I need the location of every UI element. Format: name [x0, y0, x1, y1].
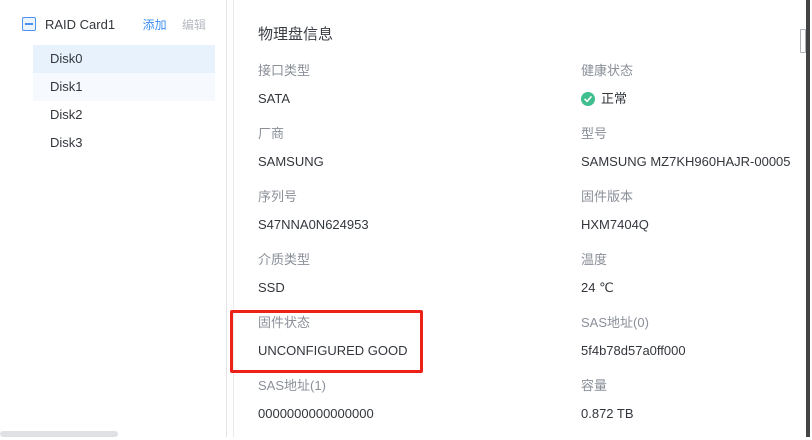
field-temperature: 温度 24 ℃ [581, 251, 794, 297]
field-label: SAS地址(1) [258, 377, 581, 395]
field-firmware-state: 固件状态 UNCONFIGURED GOOD [258, 314, 581, 360]
field-value: 正常 [581, 90, 794, 108]
sidebar-item-disk1[interactable]: Disk1 [33, 73, 215, 101]
field-value: 0.872 TB [581, 405, 794, 423]
field-label: 接口类型 [258, 62, 581, 80]
field-label: 厂商 [258, 125, 581, 143]
disk-list: Disk0 Disk1 Disk2 Disk3 [0, 45, 226, 157]
field-value: 5f4b78d57a0ff000 [581, 342, 794, 360]
field-value: SAMSUNG [258, 153, 581, 171]
field-label: 温度 [581, 251, 794, 269]
field-label: 容量 [581, 377, 794, 395]
collapse-minus-icon[interactable] [22, 17, 36, 31]
field-label: SAS地址(0) [581, 314, 794, 332]
field-media-type: 介质类型 SSD [258, 251, 581, 297]
field-value: 0000000000000000 [258, 405, 581, 423]
raid-tree-sidebar: RAID Card1 添加 编辑 Disk0 Disk1 Disk2 Disk3 [0, 0, 227, 437]
field-firmware-version: 固件版本 HXM7404Q [581, 188, 794, 234]
tree-actions: 添加 编辑 [143, 16, 226, 33]
field-label: 固件版本 [581, 188, 794, 206]
tree-node-raid-card1[interactable]: RAID Card1 添加 编辑 [0, 12, 226, 36]
add-link[interactable]: 添加 [143, 18, 167, 32]
sidebar-item-disk0[interactable]: Disk0 [33, 45, 215, 73]
window-edge [806, 0, 810, 437]
field-grid: 接口类型 SATA 健康状态 正常 厂商 SAMSUNG [258, 62, 794, 440]
field-value: SSD [258, 279, 581, 297]
field-value: UNCONFIGURED GOOD [258, 342, 581, 360]
field-value: HXM7404Q [581, 216, 794, 234]
health-check-circle-icon [581, 92, 595, 106]
sidebar-item-disk2[interactable]: Disk2 [33, 101, 215, 129]
field-health-status: 健康状态 正常 [581, 62, 794, 108]
edit-link[interactable]: 编辑 [182, 18, 206, 32]
field-sas-address-0: SAS地址(0) 5f4b78d57a0ff000 [581, 314, 794, 360]
horizontal-scrollbar-thumb[interactable] [0, 431, 118, 437]
field-label: 固件状态 [258, 314, 581, 332]
field-value: 24 ℃ [581, 279, 794, 297]
field-capacity: 容量 0.872 TB [581, 377, 794, 423]
sidebar-item-disk3[interactable]: Disk3 [33, 129, 215, 157]
field-value: S47NNA0N624953 [258, 216, 581, 234]
field-model: 型号 SAMSUNG MZ7KH960HAJR-00005 [581, 125, 794, 171]
field-serial-number: 序列号 S47NNA0N624953 [258, 188, 581, 234]
field-label: 介质类型 [258, 251, 581, 269]
field-vendor: 厂商 SAMSUNG [258, 125, 581, 171]
field-interface-type: 接口类型 SATA [258, 62, 581, 108]
page-title: 物理盘信息 [258, 27, 794, 43]
physical-disk-info-panel: 物理盘信息 接口类型 SATA 健康状态 正常 [234, 0, 794, 437]
tree-node-label: RAID Card1 [45, 17, 115, 32]
field-value: SATA [258, 90, 581, 108]
health-status-text: 正常 [601, 90, 627, 108]
field-label: 序列号 [258, 188, 581, 206]
field-sas-address-1: SAS地址(1) 0000000000000000 [258, 377, 581, 423]
field-value: SAMSUNG MZ7KH960HAJR-00005 [581, 153, 794, 171]
field-label: 型号 [581, 125, 794, 143]
field-label: 健康状态 [581, 62, 794, 80]
